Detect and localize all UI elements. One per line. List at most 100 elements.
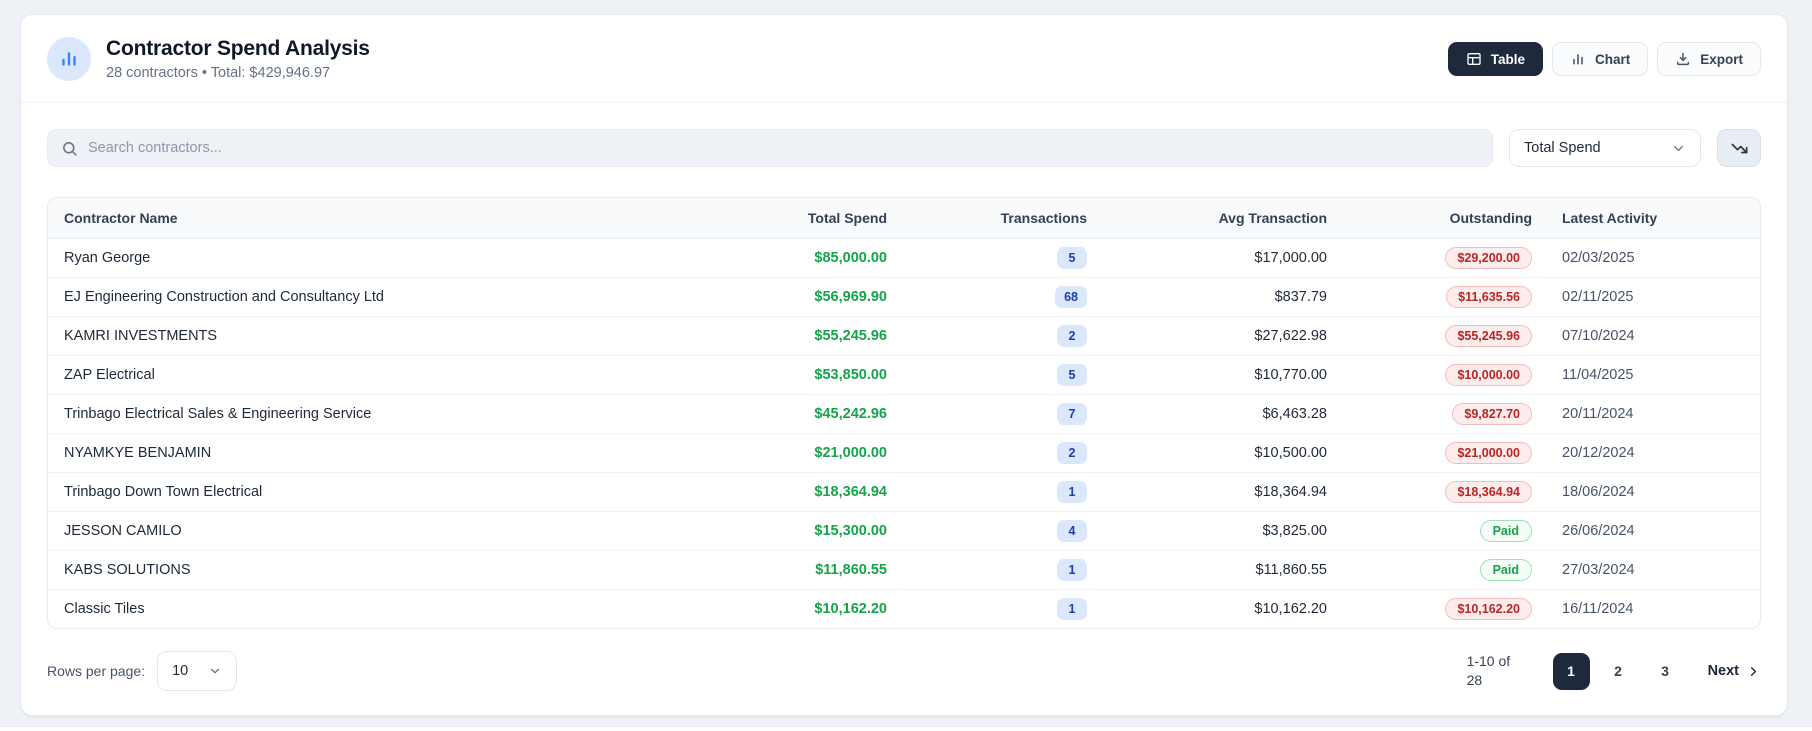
total-spend-cell: $21,000.00 xyxy=(688,433,903,473)
page-title: Contractor Spend Analysis xyxy=(106,37,370,60)
table-row[interactable]: NYAMKYE BENJAMIN $21,000.00 2 $10,500.00 $21… xyxy=(48,433,1760,473)
next-page-button[interactable]: Next xyxy=(1708,663,1761,679)
latest-activity-cell: 11/04/2025 xyxy=(1548,355,1760,395)
transactions-cell: 5 xyxy=(903,355,1103,395)
total-spend-cell: $15,300.00 xyxy=(688,511,903,551)
avg-transaction-cell: $27,622.98 xyxy=(1103,316,1343,356)
header-left: Contractor Spend Analysis 28 contractors… xyxy=(47,37,370,81)
transactions-count-badge: 2 xyxy=(1057,441,1087,464)
contractor-name-cell: JESSON CAMILO xyxy=(48,511,688,551)
latest-activity-cell: 20/11/2024 xyxy=(1548,394,1760,434)
rows-per-page-select[interactable]: 10 xyxy=(157,651,238,691)
col-header-avg-transaction[interactable]: Avg Transaction xyxy=(1103,198,1343,239)
header-actions: Table Chart Export xyxy=(1447,42,1761,76)
contractor-name-cell: Trinbago Electrical Sales & Engineering … xyxy=(48,394,688,434)
chevron-right-icon xyxy=(1746,664,1761,679)
outstanding-badge: $21,000.00 xyxy=(1445,441,1532,464)
transactions-count-badge: 1 xyxy=(1057,558,1087,581)
table-row[interactable]: Classic Tiles $10,162.20 1 $10,162.20 $10,16… xyxy=(48,589,1760,628)
latest-activity-cell: 27/03/2024 xyxy=(1548,550,1760,590)
table-view-label: Table xyxy=(1490,51,1525,67)
table-view-button[interactable]: Table xyxy=(1447,42,1543,76)
chart-view-button[interactable]: Chart xyxy=(1551,42,1649,76)
table-row[interactable]: ZAP Electrical $53,850.00 5 $10,770.00 $10,0… xyxy=(48,355,1760,395)
transactions-count-badge: 5 xyxy=(1057,246,1087,269)
contractor-name-cell: Trinbago Down Town Electrical xyxy=(48,472,688,512)
table-row[interactable]: KABS SOLUTIONS $11,860.55 1 $11,860.55 Paid 2… xyxy=(48,550,1760,590)
download-icon xyxy=(1675,51,1691,67)
total-spend-cell: $45,242.96 xyxy=(688,394,903,434)
chart-bars-icon xyxy=(1570,51,1586,67)
latest-activity-cell: 07/10/2024 xyxy=(1548,316,1760,356)
outstanding-badge: $55,245.96 xyxy=(1445,324,1532,347)
avg-transaction-cell: $3,825.00 xyxy=(1103,511,1343,551)
table-row[interactable]: Trinbago Electrical Sales & Engineering … xyxy=(48,394,1760,434)
col-header-transactions[interactable]: Transactions xyxy=(903,198,1103,239)
outstanding-badge: $18,364.94 xyxy=(1445,480,1532,503)
page-button-3[interactable]: 3 xyxy=(1647,653,1684,690)
outstanding-cell: $29,200.00 xyxy=(1343,238,1548,278)
avg-transaction-cell: $18,364.94 xyxy=(1103,472,1343,512)
latest-activity-cell: 18/06/2024 xyxy=(1548,472,1760,512)
outstanding-cell: $9,827.70 xyxy=(1343,394,1548,434)
rows-per-page: Rows per page: 10 xyxy=(47,651,238,691)
latest-activity-cell: 16/11/2024 xyxy=(1562,600,1634,617)
transactions-count-badge: 2 xyxy=(1057,324,1087,347)
toolbar: Total Spend xyxy=(21,103,1787,167)
table-row[interactable]: Ryan George $85,000.00 5 $17,000.00 $29,200.… xyxy=(48,238,1760,278)
contractor-name-cell: NYAMKYE BENJAMIN xyxy=(48,433,688,473)
outstanding-cell: $18,364.94 xyxy=(1343,472,1548,512)
sort-by-select[interactable]: Total Spend xyxy=(1509,129,1701,167)
table-row[interactable]: Trinbago Down Town Electrical $18,364.94 1… xyxy=(48,472,1760,512)
contractor-name-cell: KABS SOLUTIONS xyxy=(48,550,688,590)
page-buttons: 123 xyxy=(1552,652,1684,690)
sort-direction-button[interactable] xyxy=(1717,129,1761,167)
page-button-1[interactable]: 1 xyxy=(1552,652,1590,690)
export-button[interactable]: Export xyxy=(1657,42,1761,76)
chevron-down-icon xyxy=(208,664,222,678)
search-box xyxy=(47,129,1493,167)
total-spend-cell: $85,000.00 xyxy=(688,238,903,278)
table-row[interactable]: KAMRI INVESTMENTS $55,245.96 2 $27,622.98 $5… xyxy=(48,316,1760,356)
latest-activity-cell: 02/11/2025 xyxy=(1548,277,1760,317)
page-button-2[interactable]: 2 xyxy=(1600,653,1637,690)
transactions-cell: 5 xyxy=(903,238,1103,278)
contractor-table: Contractor Name Total Spend Transactions… xyxy=(48,198,1760,628)
total-spend-cell: $55,245.96 xyxy=(688,316,903,356)
col-header-outstanding[interactable]: Outstanding xyxy=(1343,198,1548,239)
col-header-contractor-name[interactable]: Contractor Name xyxy=(48,198,688,239)
search-input[interactable] xyxy=(88,140,1479,156)
total-spend-cell: $53,850.00 xyxy=(688,355,903,395)
bottom-strip xyxy=(0,726,1812,731)
transactions-cell: 68 xyxy=(903,277,1103,317)
table-row[interactable]: JESSON CAMILO $15,300.00 4 $3,825.00 Paid 26/… xyxy=(48,511,1760,551)
table-frame: Contractor Name Total Spend Transactions… xyxy=(47,197,1761,629)
col-header-latest-activity[interactable]: Latest Activity xyxy=(1548,198,1760,239)
transactions-cell: 1 xyxy=(903,589,1103,628)
outstanding-cell: Paid xyxy=(1343,550,1548,590)
chevron-down-icon xyxy=(1671,141,1686,156)
outstanding-cell: Paid xyxy=(1343,511,1548,551)
transactions-count-badge: 68 xyxy=(1055,285,1087,308)
contractor-name-cell: EJ Engineering Construction and Consulta… xyxy=(48,277,688,317)
contractor-spend-card: Contractor Spend Analysis 28 contractors… xyxy=(20,14,1788,716)
table-row[interactable]: EJ Engineering Construction and Consulta… xyxy=(48,277,1760,317)
transactions-count-badge: 7 xyxy=(1057,402,1087,425)
search-icon xyxy=(61,140,78,157)
rows-per-page-label: Rows per page: xyxy=(47,663,146,679)
card-header: Contractor Spend Analysis 28 contractors… xyxy=(21,15,1787,103)
bar-chart-avatar xyxy=(47,37,91,81)
transactions-cell: 7 xyxy=(903,394,1103,434)
paid-badge: Paid xyxy=(1479,519,1532,542)
latest-activity-cell: 02/03/2025 xyxy=(1548,238,1760,278)
outstanding-cell: $21,000.00 xyxy=(1343,433,1548,473)
outstanding-cell: $55,245.96 xyxy=(1343,316,1548,356)
transactions-cell: 1 xyxy=(903,472,1103,512)
total-spend-cell: $18,364.94 xyxy=(688,472,903,512)
col-header-total-spend[interactable]: Total Spend xyxy=(688,198,903,239)
chart-view-label: Chart xyxy=(1594,51,1631,67)
bar-chart-icon xyxy=(58,48,80,70)
avg-transaction-cell: $17,000.00 xyxy=(1103,238,1343,278)
contractor-name-cell: KAMRI INVESTMENTS xyxy=(48,316,688,356)
transactions-cell: 1 xyxy=(903,550,1103,590)
